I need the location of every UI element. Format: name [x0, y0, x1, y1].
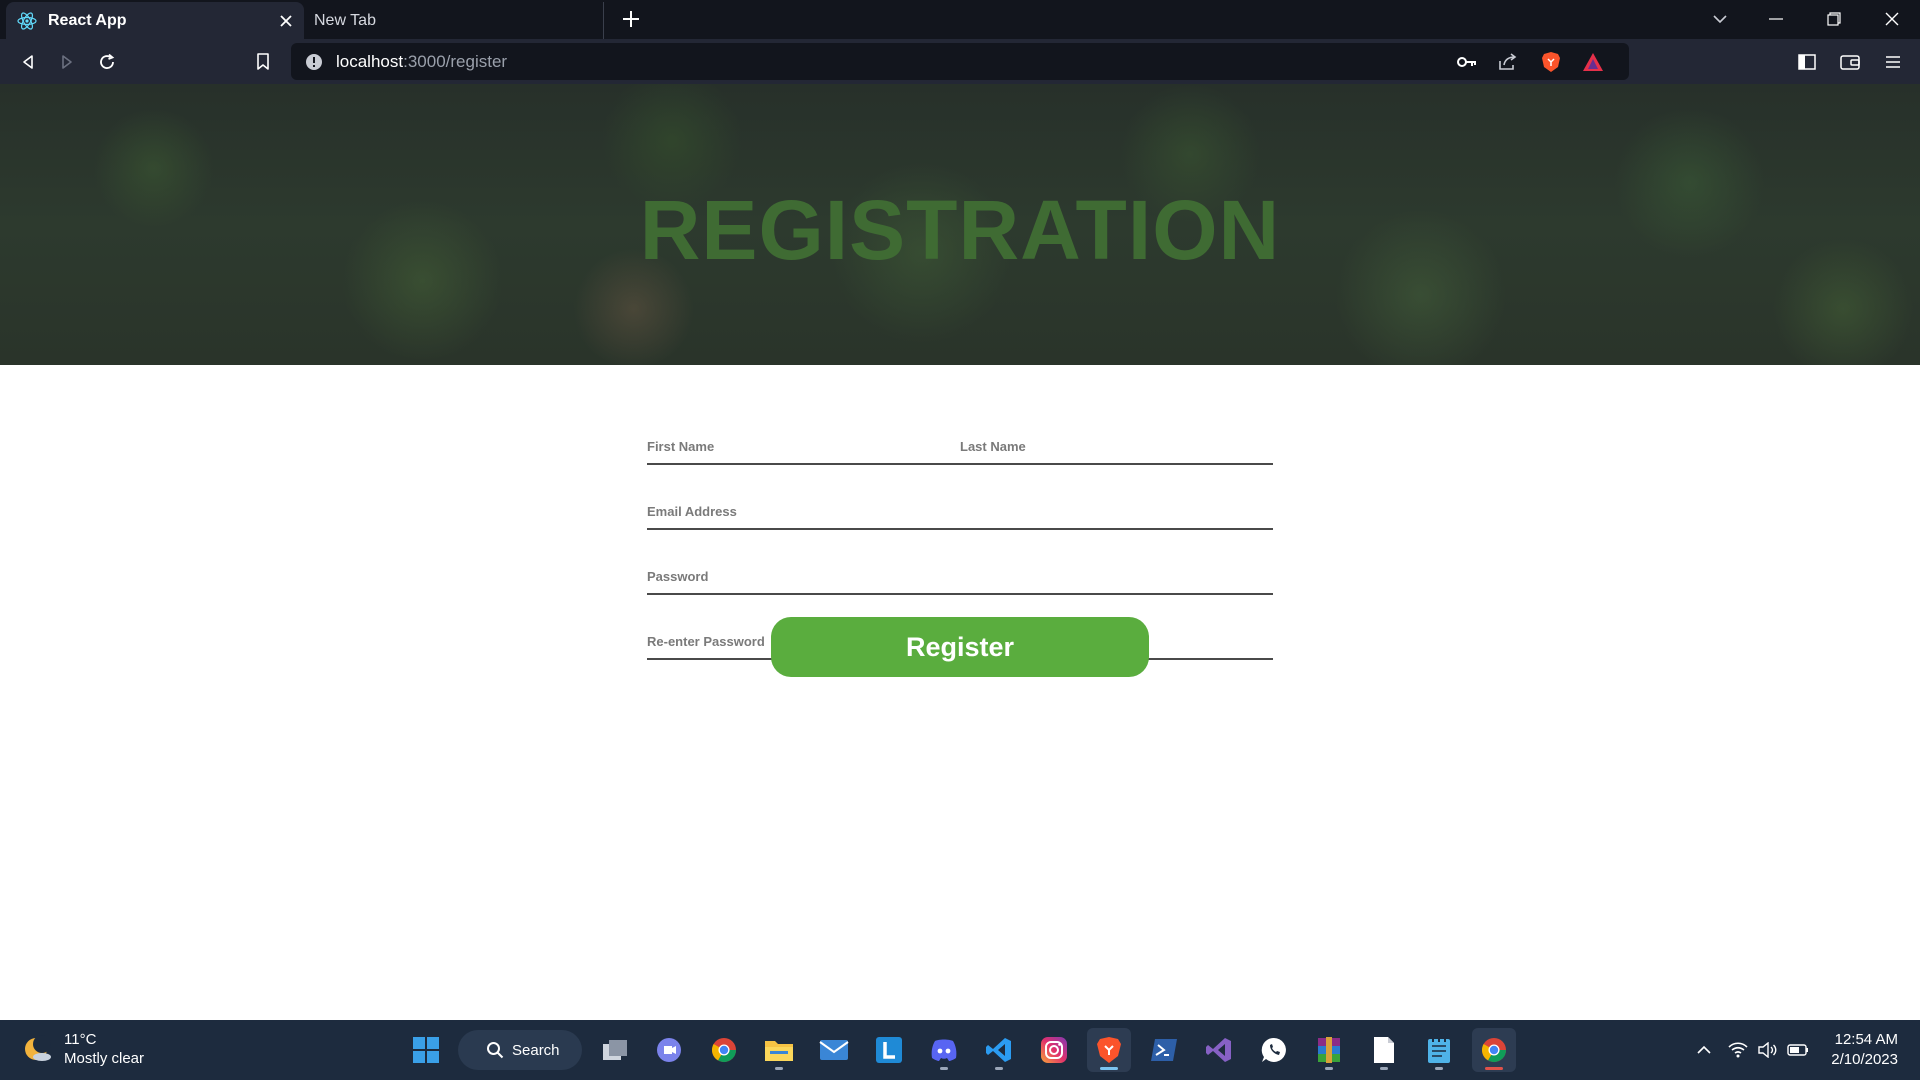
- first-name-input[interactable]: [647, 415, 960, 463]
- reload-button[interactable]: [92, 47, 122, 77]
- running-indicator: [1325, 1067, 1333, 1070]
- visual-studio-icon[interactable]: [1197, 1028, 1241, 1072]
- file-explorer-icon[interactable]: [757, 1028, 801, 1072]
- menu-icon[interactable]: [1878, 47, 1908, 77]
- running-indicator: [995, 1067, 1003, 1070]
- windows-taskbar: 11°C Mostly clear Search 12:54 AM 2/10/2…: [0, 1020, 1920, 1080]
- email-field-wrapper: [647, 480, 1273, 530]
- running-indicator: [1485, 1067, 1503, 1070]
- tab-search-chevron-icon[interactable]: [1700, 4, 1740, 34]
- browser-tab-strip: React App New Tab: [0, 0, 1920, 39]
- weather-text: 11°C Mostly clear: [64, 1030, 144, 1068]
- vscode-icon[interactable]: [977, 1028, 1021, 1072]
- back-button[interactable]: [13, 47, 43, 77]
- first-name-field-wrapper: [647, 415, 960, 465]
- brave-icon[interactable]: [1087, 1028, 1131, 1072]
- close-window-button[interactable]: [1872, 4, 1912, 34]
- close-tab-icon[interactable]: [274, 9, 298, 33]
- taskbar-search[interactable]: Search: [458, 1030, 582, 1070]
- sidebar-toggle-icon[interactable]: [1792, 47, 1822, 77]
- battery-icon[interactable]: [1786, 1038, 1810, 1062]
- name-row: [647, 415, 1273, 480]
- task-view-icon[interactable]: [593, 1028, 637, 1072]
- tab-title: React App: [48, 11, 127, 29]
- url-text: localhost:3000/register: [336, 52, 1629, 72]
- system-clock[interactable]: 12:54 AM 2/10/2023: [1826, 1030, 1898, 1070]
- weather-desc: Mostly clear: [64, 1050, 145, 1067]
- volume-icon[interactable]: [1756, 1038, 1780, 1062]
- last-name-field-wrapper: [960, 415, 1273, 465]
- tab-react-app[interactable]: React App: [6, 2, 304, 39]
- new-tab-button[interactable]: [618, 6, 644, 32]
- start-button[interactable]: [404, 1028, 448, 1072]
- moon-icon: [25, 1035, 51, 1061]
- address-bar[interactable]: localhost:3000/register: [291, 43, 1629, 80]
- running-indicator: [1100, 1067, 1118, 1070]
- notepad-icon[interactable]: [1417, 1028, 1461, 1072]
- search-icon: [487, 1042, 504, 1059]
- bookmark-icon[interactable]: [248, 47, 278, 77]
- react-icon: [16, 10, 38, 32]
- running-indicator: [940, 1067, 948, 1070]
- clock-time: 12:54 AM: [1834, 1031, 1898, 1048]
- wallet-icon[interactable]: [1835, 47, 1865, 77]
- forward-button[interactable]: [52, 47, 82, 77]
- file-icon[interactable]: [1362, 1028, 1406, 1072]
- weather-widget[interactable]: 11°C Mostly clear: [22, 1030, 144, 1068]
- winrar-icon[interactable]: [1307, 1028, 1351, 1072]
- browser-toolbar: localhost:3000/register: [0, 39, 1920, 84]
- wifi-icon[interactable]: [1726, 1038, 1750, 1062]
- discord-icon[interactable]: [922, 1028, 966, 1072]
- minimize-button[interactable]: [1756, 4, 1796, 34]
- running-indicator: [1435, 1067, 1443, 1070]
- url-path: :3000/register: [403, 51, 508, 71]
- chrome-active-icon[interactable]: [1472, 1028, 1516, 1072]
- whatsapp-icon[interactable]: [1252, 1028, 1296, 1072]
- register-button[interactable]: Register: [771, 617, 1149, 677]
- clock-date: 2/10/2023: [1831, 1051, 1898, 1068]
- restore-button[interactable]: [1814, 4, 1854, 34]
- tray-chevron-up-icon[interactable]: [1692, 1038, 1716, 1062]
- key-icon[interactable]: [1454, 49, 1480, 75]
- email-input[interactable]: [647, 480, 1273, 528]
- powershell-icon[interactable]: [1142, 1028, 1186, 1072]
- l-app-icon[interactable]: [867, 1028, 911, 1072]
- site-info-icon[interactable]: [304, 52, 324, 72]
- password-input[interactable]: [647, 545, 1273, 593]
- brave-shields-icon[interactable]: [1538, 49, 1564, 75]
- url-host: localhost: [336, 51, 404, 71]
- mail-icon[interactable]: [812, 1028, 856, 1072]
- tab-new-tab[interactable]: New Tab: [306, 2, 604, 39]
- share-icon[interactable]: [1495, 49, 1521, 75]
- last-name-input[interactable]: [960, 415, 1273, 463]
- page-content: REGISTRATION: [0, 84, 1920, 1020]
- teams-icon[interactable]: [647, 1028, 691, 1072]
- running-indicator: [1380, 1067, 1388, 1070]
- brave-rewards-icon[interactable]: [1580, 49, 1606, 75]
- weather-temp: 11°C: [64, 1031, 97, 1048]
- tab-title: New Tab: [314, 11, 376, 29]
- search-label: Search: [512, 1041, 560, 1059]
- password-field-wrapper: [647, 545, 1273, 595]
- chrome-icon[interactable]: [702, 1028, 746, 1072]
- hero-banner: REGISTRATION: [0, 84, 1920, 365]
- instagram-icon[interactable]: [1032, 1028, 1076, 1072]
- running-indicator: [775, 1067, 783, 1070]
- page-title: REGISTRATION: [639, 183, 1281, 277]
